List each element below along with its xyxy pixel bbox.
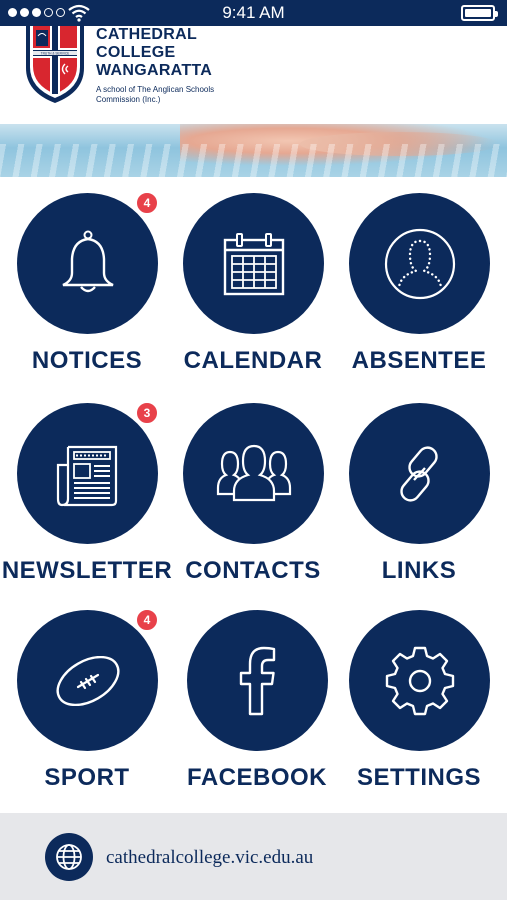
calendar-tile[interactable]: CALENDAR <box>173 193 333 388</box>
notices-label: NOTICES <box>31 347 143 374</box>
links-label: LINKS <box>381 557 457 584</box>
crest-motto: TRUTH & SERVICE <box>41 51 70 55</box>
gear-icon <box>385 646 454 715</box>
absentee-tile[interactable]: ABSENTEE <box>339 193 499 388</box>
settings-tile[interactable]: SETTINGS <box>339 610 499 805</box>
newspaper-icon <box>56 445 117 506</box>
newsletter-label: NEWSLETTER <box>1 557 173 584</box>
website-link[interactable]: cathedralcollege.vic.edu.au <box>106 847 313 869</box>
sport-tile[interactable]: 4 SPORT <box>7 608 167 805</box>
settings-label: SETTINGS <box>356 764 481 791</box>
school-subtitle: A school of The Anglican Schools Commiss… <box>96 85 215 104</box>
absentee-label: ABSENTEE <box>351 347 487 374</box>
header-banner-image <box>0 124 507 177</box>
website-footer[interactable]: cathedralcollege.vic.edu.au <box>0 813 507 900</box>
facebook-tile[interactable]: FACEBOOK <box>177 610 337 805</box>
app-header: TRUTH & SERVICE CATHEDRAL COLLEGE WANGAR… <box>0 26 507 124</box>
calendar-label: CALENDAR <box>183 347 323 374</box>
battery-icon <box>461 5 498 21</box>
school-name: CATHEDRAL COLLEGE WANGARATTA <box>96 26 213 79</box>
status-time: 9:41 AM <box>222 3 285 22</box>
football-icon <box>56 655 119 706</box>
bell-icon <box>61 230 114 292</box>
facebook-icon <box>239 646 275 715</box>
newsletter-badge: 3 <box>135 401 159 425</box>
group-icon <box>216 444 291 501</box>
calendar-icon <box>223 232 284 295</box>
links-tile[interactable]: LINKS <box>339 403 499 598</box>
newsletter-tile[interactable]: 3 NEWSLETTER <box>2 401 172 598</box>
school-crest-logo: TRUTH & SERVICE <box>26 26 84 103</box>
status-bar: 9:41 AM <box>0 0 507 26</box>
contacts-label: CONTACTS <box>185 557 321 584</box>
globe-icon <box>45 833 93 881</box>
sport-label: SPORT <box>44 764 130 791</box>
sport-badge: 4 <box>135 608 159 632</box>
contacts-tile[interactable]: CONTACTS <box>173 403 333 598</box>
notices-badge: 4 <box>135 191 159 215</box>
notices-tile[interactable]: 4 NOTICES <box>7 191 167 388</box>
facebook-label: FACEBOOK <box>186 764 327 791</box>
chain-link-icon <box>399 445 438 502</box>
person-dotted-icon <box>384 228 455 299</box>
